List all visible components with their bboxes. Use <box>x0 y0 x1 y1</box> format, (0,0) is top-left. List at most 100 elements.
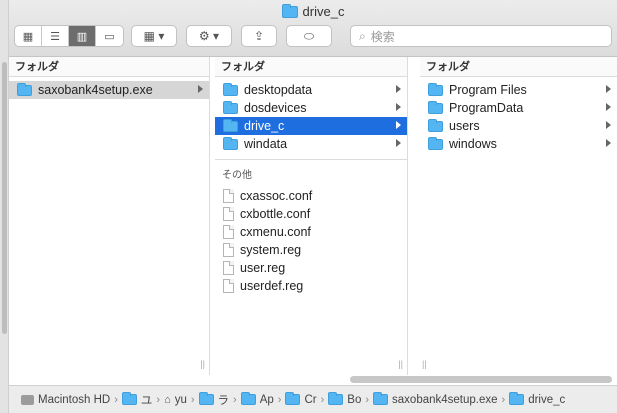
breadcrumb-macintosh-hd[interactable]: Macintosh HD <box>21 394 110 406</box>
breadcrumb-crossover[interactable]: Cr <box>285 392 317 406</box>
list-item[interactable]: system.reg <box>215 241 407 259</box>
group-button[interactable]: ▦ ▾ <box>131 25 177 47</box>
share-button[interactable]: ⇪ <box>241 25 277 47</box>
chevron-right-icon <box>606 139 611 147</box>
folder-icon <box>373 392 389 405</box>
list-item[interactable]: windata <box>215 135 407 153</box>
list-item[interactable]: userdef.reg <box>215 277 407 295</box>
breadcrumb-library[interactable]: ラ <box>198 392 229 408</box>
breadcrumb-separator-icon: › <box>156 393 161 406</box>
gallery-view-button[interactable]: ▭ <box>96 26 123 46</box>
list-item[interactable]: users <box>420 117 617 135</box>
column-1: フォルダ saxobank4setup.exe || <box>9 57 210 375</box>
folder-icon <box>121 392 137 405</box>
folder-icon <box>428 82 443 96</box>
chevron-right-icon <box>396 139 401 147</box>
share-icon: ⇪ <box>253 29 265 43</box>
chevron-right-icon <box>198 85 203 93</box>
list-item[interactable]: dosdevices <box>215 99 407 117</box>
action-button[interactable]: ⚙ ▾ <box>186 25 232 47</box>
column-2: フォルダ desktopdata dosdevices drive_c wind… <box>215 57 408 375</box>
breadcrumb-saxobank[interactable]: saxobank4setup.exe <box>373 392 498 406</box>
item-name: system.reg <box>240 243 302 257</box>
item-name: user.reg <box>240 261 286 275</box>
action-chevron: ▾ <box>213 29 220 43</box>
folder-icon <box>17 82 32 96</box>
column-header: フォルダ <box>215 57 407 77</box>
folder-icon <box>428 118 443 132</box>
column-resize-handle[interactable]: || <box>200 359 205 369</box>
hard-drive-icon <box>21 394 34 405</box>
group-chevron: ▾ <box>158 29 165 43</box>
icon-view-button[interactable]: ▦ <box>15 26 42 46</box>
breadcrumb-separator-icon: › <box>365 393 370 406</box>
folder-icon <box>428 136 443 150</box>
tag-button[interactable]: ⬭ <box>286 25 332 47</box>
path-bar: Macintosh HD › ユ › ⌂ yu › ラ › Ap › Cr › B… <box>9 385 617 413</box>
list-item[interactable]: cxbottle.conf <box>215 205 407 223</box>
search-placeholder: 検索 <box>370 29 395 44</box>
folder-icon <box>198 392 214 405</box>
breadcrumb-label: Ap <box>259 393 274 406</box>
file-icon <box>223 189 234 203</box>
breadcrumb-separator-icon: › <box>320 393 325 406</box>
column-header: フォルダ <box>9 57 209 77</box>
list-item[interactable]: saxobank4setup.exe <box>9 81 209 99</box>
view-mode-segmented: ▦ ☰ ▥ ▭ <box>14 25 124 47</box>
folder-icon <box>240 392 256 405</box>
item-name: cxmenu.conf <box>240 225 311 239</box>
item-name: Program Files <box>449 83 527 97</box>
item-name: users <box>449 119 480 133</box>
breadcrumb-separator-icon: › <box>190 393 195 406</box>
breadcrumb-users[interactable]: ユ <box>121 392 152 408</box>
finder-window: drive_c ▦ ☰ ▥ ▭ ▦ ▾ ⚙ ▾ ⇪ ⬭ ⌕ 検索 フォルダ sa… <box>0 0 617 413</box>
item-name: windata <box>244 137 288 151</box>
column-3: フォルダ Program Files ProgramData users win… <box>420 57 617 375</box>
breadcrumb-bottles[interactable]: Bo <box>328 392 361 406</box>
chevron-right-icon <box>396 103 401 111</box>
list-item[interactable]: windows <box>420 135 617 153</box>
breadcrumb-application-support[interactable]: Ap <box>240 392 274 406</box>
column-resize-handle[interactable]: || <box>422 359 427 369</box>
item-name: cxassoc.conf <box>240 189 313 203</box>
gear-icon: ⚙ <box>198 29 210 43</box>
breadcrumb-home[interactable]: ⌂ yu <box>164 394 187 406</box>
list-item[interactable]: user.reg <box>215 259 407 277</box>
file-icon <box>223 261 234 275</box>
breadcrumb-label: yu <box>174 393 187 406</box>
folder-icon <box>328 392 344 405</box>
left-scrollbar[interactable] <box>0 0 9 413</box>
chevron-right-icon <box>606 121 611 129</box>
chevron-right-icon <box>606 85 611 93</box>
group-icon: ▦ <box>143 29 155 43</box>
list-view-button[interactable]: ☰ <box>42 26 69 46</box>
folder-icon <box>223 100 238 114</box>
item-name: ProgramData <box>449 101 524 115</box>
titlebar: drive_c ▦ ☰ ▥ ▭ ▦ ▾ ⚙ ▾ ⇪ ⬭ ⌕ 検索 <box>9 0 617 57</box>
breadcrumb-label: Macintosh HD <box>38 393 111 406</box>
column-browser: フォルダ saxobank4setup.exe || フォルダ desktopd… <box>9 57 617 375</box>
list-item[interactable]: ProgramData <box>420 99 617 117</box>
left-scroll-thumb[interactable] <box>2 62 7 334</box>
breadcrumb-separator-icon: › <box>277 393 282 406</box>
list-item-selected[interactable]: drive_c <box>215 117 407 135</box>
list-item[interactable]: desktopdata <box>215 81 407 99</box>
folder-icon <box>509 392 525 405</box>
horizontal-scrollbar[interactable] <box>350 376 612 383</box>
folder-icon <box>281 3 298 18</box>
breadcrumb-drive-c[interactable]: drive_c <box>509 392 565 406</box>
item-name: userdef.reg <box>240 279 304 293</box>
breadcrumb-separator-icon: › <box>501 393 506 406</box>
search-field[interactable]: ⌕ 検索 <box>350 25 612 47</box>
column-view-button[interactable]: ▥ <box>69 26 96 46</box>
column-resize-handle[interactable]: || <box>398 359 403 369</box>
folder-icon <box>223 136 238 150</box>
breadcrumb-label: saxobank4setup.exe <box>392 393 498 406</box>
item-name: drive_c <box>244 119 285 133</box>
list-item[interactable]: cxmenu.conf <box>215 223 407 241</box>
window-title: drive_c <box>9 3 617 19</box>
list-item[interactable]: cxassoc.conf <box>215 187 407 205</box>
chevron-right-icon <box>396 85 401 93</box>
breadcrumb-separator-icon: › <box>114 393 118 406</box>
list-item[interactable]: Program Files <box>420 81 617 99</box>
